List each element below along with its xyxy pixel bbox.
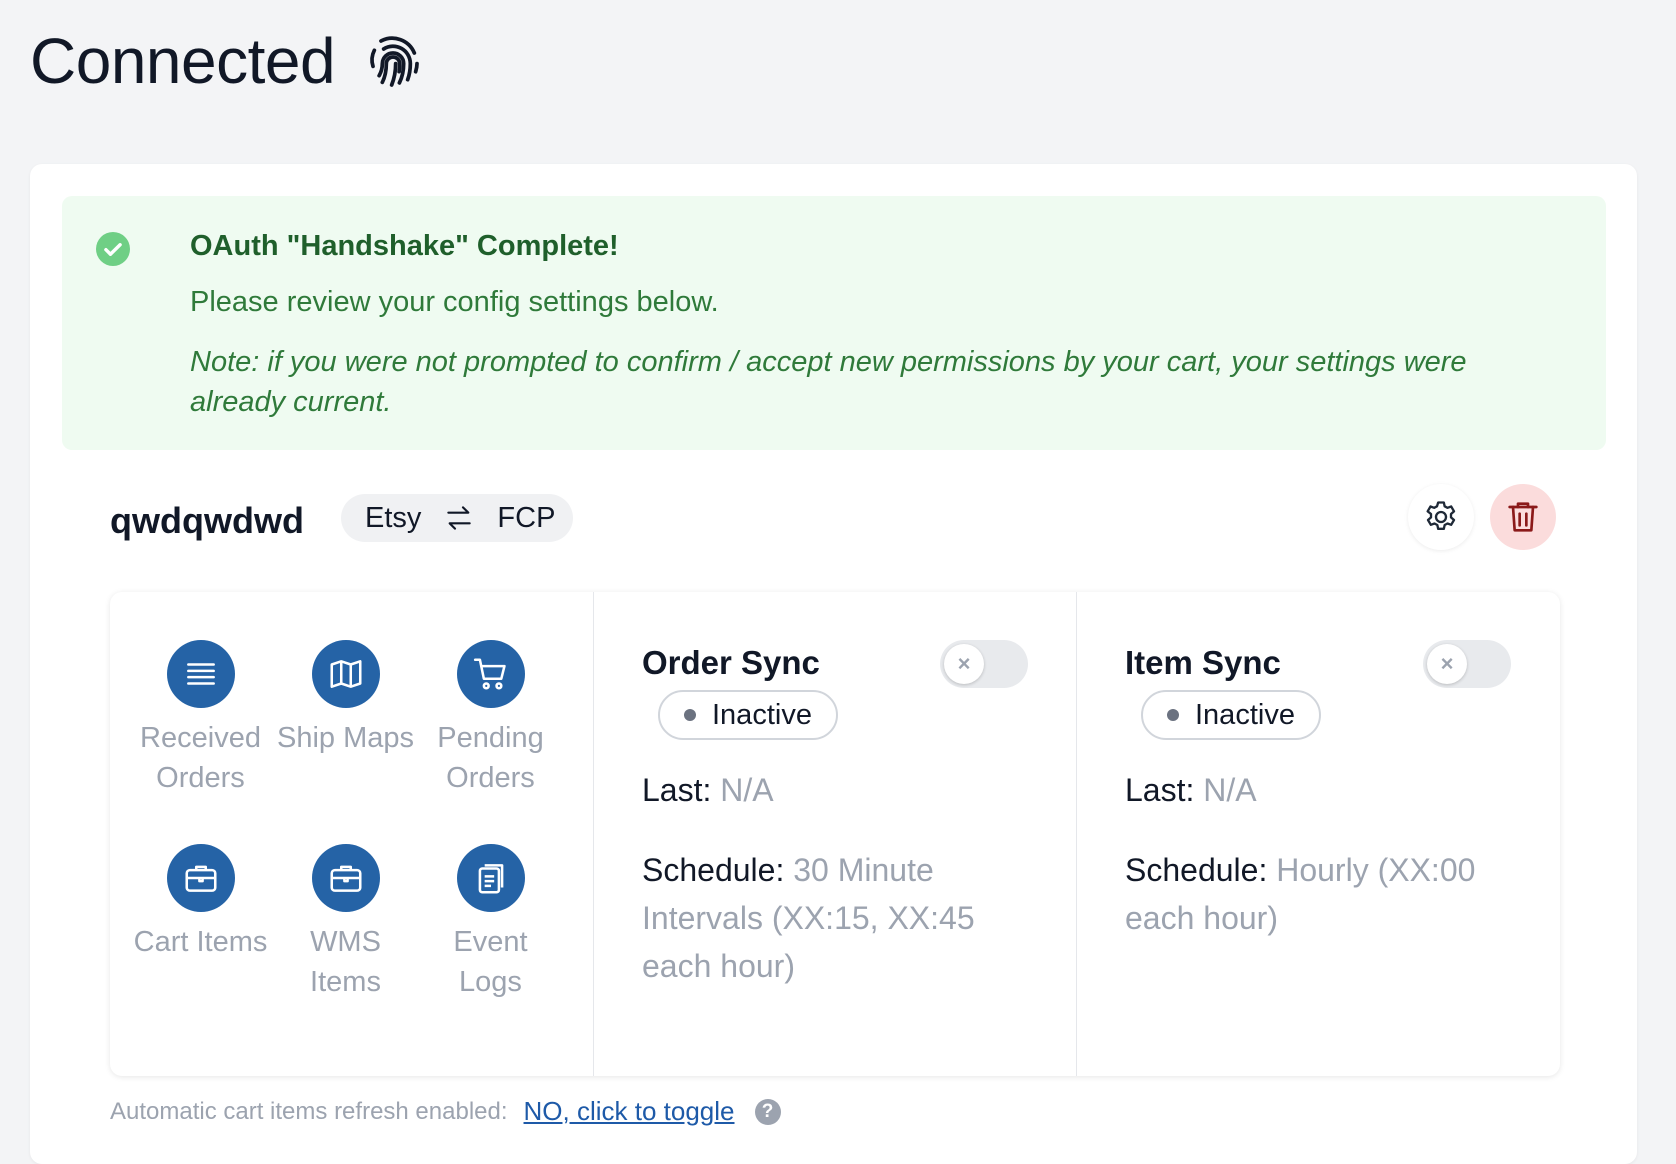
nav-ship-maps[interactable]: Ship Maps bbox=[273, 640, 418, 798]
nav-label: Ship Maps bbox=[276, 722, 414, 754]
auto-refresh-label: Automatic cart items refresh enabled: bbox=[110, 1097, 508, 1125]
nav-wms-items[interactable]: WMS Items bbox=[273, 844, 418, 1002]
status-badge: Inactive bbox=[658, 690, 838, 740]
nav-label: Received Orders bbox=[140, 722, 261, 794]
integration-card: OAuth "Handshake" Complete! Please revie… bbox=[30, 164, 1637, 1164]
last-run: Last: N/A bbox=[1125, 766, 1257, 814]
nav-label: Cart Items bbox=[133, 926, 268, 958]
schedule-label: Schedule: bbox=[642, 852, 785, 888]
fingerprint-icon bbox=[370, 36, 419, 87]
item-sync-toggle[interactable]: × bbox=[1423, 640, 1511, 688]
order-sync-toggle[interactable]: × bbox=[940, 640, 1028, 688]
delete-button[interactable] bbox=[1490, 484, 1556, 550]
status-text: Inactive bbox=[712, 698, 812, 731]
order-sync-title: Order Sync bbox=[642, 644, 820, 681]
status-text: Inactive bbox=[1195, 698, 1295, 731]
last-label: Last: bbox=[1125, 772, 1195, 808]
page-header: Connected bbox=[30, 24, 425, 98]
check-circle-icon bbox=[96, 232, 130, 266]
item-sync-title: Item Sync bbox=[1125, 644, 1281, 681]
schedule: Schedule: 30 Minute Intervals (XX:15, XX… bbox=[642, 846, 1042, 990]
integration-panel: Received Orders Ship Maps Pending Orders bbox=[110, 592, 1560, 1076]
alert-message: Please review your config settings below… bbox=[190, 286, 719, 318]
nav-pending-orders[interactable]: Pending Orders bbox=[418, 640, 563, 798]
last-value: N/A bbox=[720, 772, 774, 808]
swap-arrows-icon bbox=[447, 506, 472, 530]
last-run: Last: N/A bbox=[642, 766, 774, 814]
alert-note: Note: if you were not prompted to confir… bbox=[190, 346, 1467, 418]
close-icon: × bbox=[944, 644, 984, 684]
auto-refresh-toggle-link[interactable]: NO, click to toggle bbox=[524, 1096, 735, 1127]
alert-title: OAuth "Handshake" Complete! bbox=[190, 230, 619, 262]
nav-label: Pending Orders bbox=[437, 722, 544, 794]
nav-label: Event Logs bbox=[453, 926, 528, 998]
briefcase-icon bbox=[166, 844, 235, 912]
briefcase-icon bbox=[311, 844, 380, 912]
nav-label: WMS Items bbox=[310, 926, 381, 998]
map-icon bbox=[311, 640, 380, 708]
page-title: Connected bbox=[30, 25, 336, 97]
clipboard-icon bbox=[456, 844, 525, 912]
nav-event-logs[interactable]: Event Logs bbox=[418, 844, 563, 1002]
gear-icon bbox=[1426, 501, 1456, 530]
status-dot bbox=[1167, 709, 1179, 721]
last-label: Last: bbox=[642, 772, 712, 808]
nav-cart-items[interactable]: Cart Items bbox=[128, 844, 273, 1002]
shopping-cart-icon bbox=[456, 640, 525, 708]
status-badge: Inactive bbox=[1141, 690, 1321, 740]
help-icon[interactable]: ? bbox=[754, 1098, 781, 1125]
quick-nav: Received Orders Ship Maps Pending Orders bbox=[110, 592, 594, 1076]
order-sync-panel: Order Sync × Inactive Last: N/A Schedule… bbox=[594, 592, 1077, 1076]
target-label: FCP bbox=[497, 501, 556, 534]
settings-button[interactable] bbox=[1408, 484, 1474, 550]
success-alert: OAuth "Handshake" Complete! Please revie… bbox=[62, 196, 1606, 450]
item-sync-panel: Item Sync × Inactive Last: N/A Schedule:… bbox=[1077, 592, 1560, 1076]
status-dot bbox=[684, 709, 696, 721]
schedule-label: Schedule: bbox=[1125, 852, 1268, 888]
trash-icon bbox=[1508, 502, 1538, 532]
integration-name: qwdqwdwd bbox=[110, 500, 304, 541]
source-label: Etsy bbox=[365, 501, 422, 534]
list-icon bbox=[166, 640, 235, 708]
last-value: N/A bbox=[1203, 772, 1257, 808]
nav-received-orders[interactable]: Received Orders bbox=[128, 640, 273, 798]
auto-refresh-footer: Automatic cart items refresh enabled: NO… bbox=[110, 1096, 781, 1127]
close-icon: × bbox=[1427, 644, 1467, 684]
integration-route-pill: Etsy FCP bbox=[341, 494, 573, 542]
integration-header: qwdqwdwd Etsy FCP bbox=[110, 484, 1590, 554]
schedule: Schedule: Hourly (XX:00 each hour) bbox=[1125, 846, 1525, 942]
